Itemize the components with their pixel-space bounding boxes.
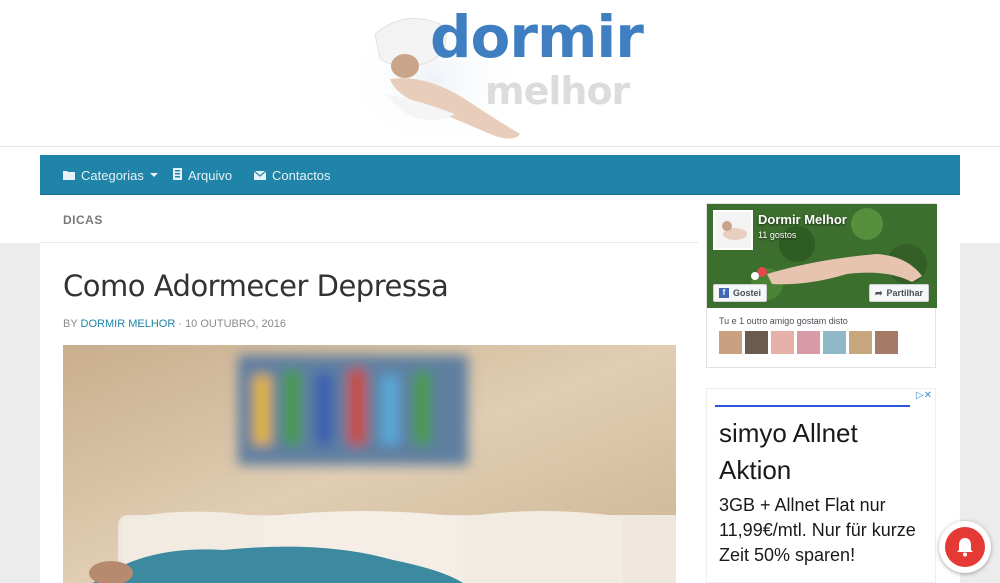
avatar[interactable] [745,331,768,354]
nav-item-arquivo[interactable]: Arquivo [173,155,232,195]
post-date: · 10 OUTUBRO, 2016 [178,318,286,330]
facebook-cover-photo[interactable]: Dormir Melhor 11 gostos f Gostei ➦ Parti… [707,204,937,308]
featured-photo [63,345,676,583]
facebook-page-thumbnail[interactable] [713,210,753,250]
avatar[interactable] [719,331,742,354]
ad-title[interactable]: simyo Allnet Aktion [719,415,929,489]
facebook-friends-text: Tu e 1 outro amigo gostam disto [719,316,848,326]
ad-choices-close-icon[interactable]: ▷✕ [916,390,932,401]
share-icon: ➦ [875,287,883,298]
avatar[interactable] [823,331,846,354]
ad-body[interactable]: 3GB + Allnet Flat nur 11,99€/mtl. Nur fü… [719,493,934,568]
facebook-share-button[interactable]: ➦ Partilhar [869,284,930,302]
notification-bell-button[interactable] [939,521,991,573]
post-meta: BY DORMIR MELHOR · 10 OUTUBRO, 2016 [63,318,286,330]
site-logo[interactable]: dormir melhor [345,4,665,149]
main-navbar: Categorias Arquivo Contactos [40,155,960,195]
main-content: DICAS Como Adormecer Depressa BY DORMIR … [40,195,698,583]
facebook-page-name[interactable]: Dormir Melhor [758,212,847,227]
divider [40,242,698,243]
facebook-icon: f [719,288,729,298]
post-author-link[interactable]: DORMIR MELHOR [81,318,176,330]
avatar[interactable] [771,331,794,354]
archive-icon [173,167,182,183]
advertisement[interactable]: ▷✕ simyo Allnet Aktion 3GB + Allnet Flat… [706,388,936,583]
facebook-like-label: Gostei [733,288,762,298]
envelope-icon [253,168,267,183]
facebook-like-count: 11 gostos [758,230,797,240]
nav-item-contactos[interactable]: Contactos [253,155,331,195]
header-divider [0,146,1000,147]
avatar[interactable] [875,331,898,354]
nav-item-label: Categorias [81,167,144,183]
facebook-like-button[interactable]: f Gostei [713,284,768,302]
logo-wordmark: dormir [430,3,644,71]
post-featured-image[interactable] [63,345,676,583]
nav-item-categorias[interactable]: Categorias [63,155,158,195]
breadcrumb[interactable]: DICAS [63,213,103,227]
post-title[interactable]: Como Adormecer Depressa [63,269,449,303]
logo-tagline: melhor [485,69,630,113]
avatar[interactable] [797,331,820,354]
nav-item-label: Arquivo [188,167,233,183]
facebook-share-label: Partilhar [886,288,924,298]
sidebar: Dormir Melhor 11 gostos f Gostei ➦ Parti… [698,195,960,583]
facebook-page-widget: Dormir Melhor 11 gostos f Gostei ➦ Parti… [706,203,937,368]
nav-item-label: Contactos [272,167,331,183]
chevron-down-icon [149,173,158,177]
bell-icon [945,527,985,567]
facebook-friends-avatars [719,331,898,354]
ad-divider [715,405,910,407]
site-header: dormir melhor [0,0,1000,155]
avatar[interactable] [849,331,872,354]
folder-icon [63,168,75,183]
post-meta-by: BY [63,318,78,330]
